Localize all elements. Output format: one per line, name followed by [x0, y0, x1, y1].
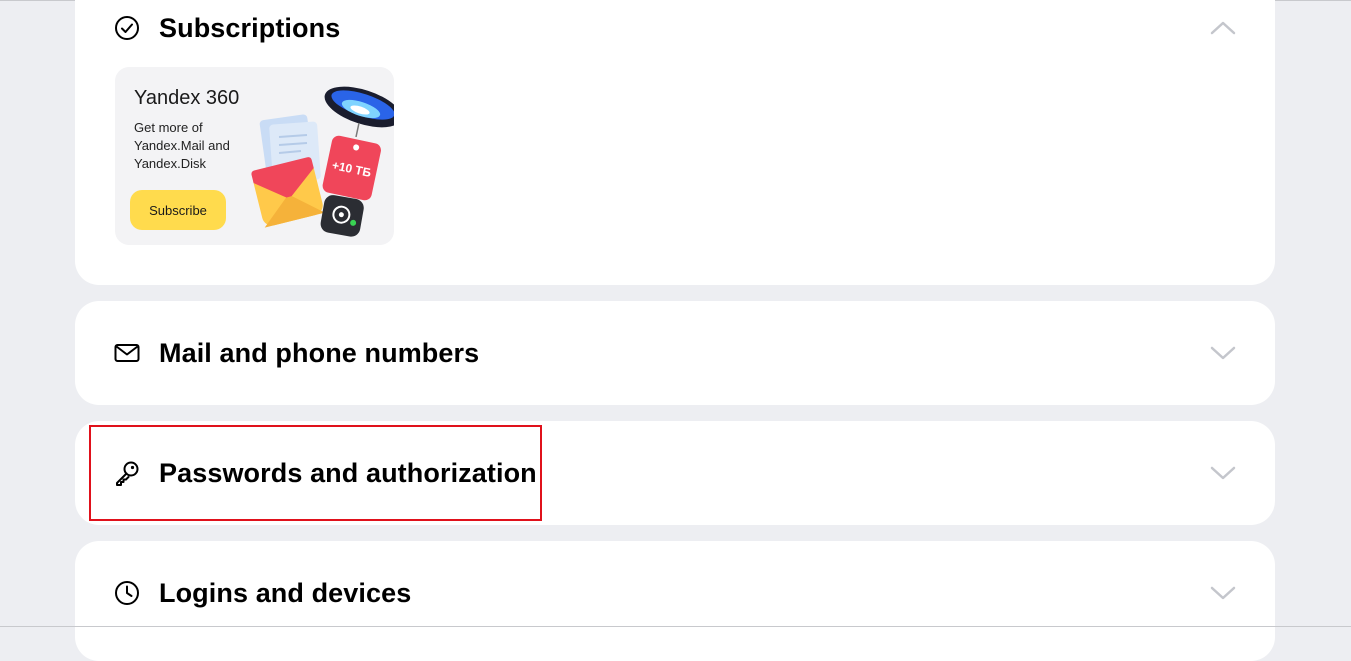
chevron-down-icon[interactable]: [1208, 578, 1238, 608]
passwords-header[interactable]: Passwords and authorization: [75, 453, 1275, 493]
key-icon: [113, 459, 141, 487]
yandex360-illustration: +10 ТБ: [251, 86, 394, 237]
subscriptions-header[interactable]: Subscriptions: [75, 8, 1275, 48]
logins-card: Logins and devices: [75, 541, 1275, 661]
section-title-mail-phone: Mail and phone numbers: [159, 338, 480, 368]
yandex360-promo-card[interactable]: Yandex 360 Get more of Yandex.Mail and Y…: [115, 67, 394, 245]
passwords-card: Passwords and authorization: [75, 421, 1275, 525]
section-title-passwords: Passwords and authorization: [159, 458, 537, 488]
section-title-subscriptions: Subscriptions: [159, 13, 341, 43]
mail-phone-card: Mail and phone numbers: [75, 301, 1275, 405]
clock-icon: [113, 579, 141, 607]
subscriptions-card: Subscriptions Yandex 360 Get more of Yan…: [75, 0, 1275, 285]
promo-title: Yandex 360: [134, 87, 240, 109]
envelope-icon: [113, 339, 141, 367]
logins-header[interactable]: Logins and devices: [75, 573, 1275, 613]
check-circle-icon: [113, 14, 141, 42]
chevron-down-icon[interactable]: [1208, 338, 1238, 368]
chevron-down-icon[interactable]: [1208, 458, 1238, 488]
subscribe-button[interactable]: Subscribe: [130, 190, 226, 230]
chevron-up-icon[interactable]: [1208, 13, 1238, 43]
mail-phone-header[interactable]: Mail and phone numbers: [75, 333, 1275, 373]
section-title-logins: Logins and devices: [159, 578, 412, 608]
